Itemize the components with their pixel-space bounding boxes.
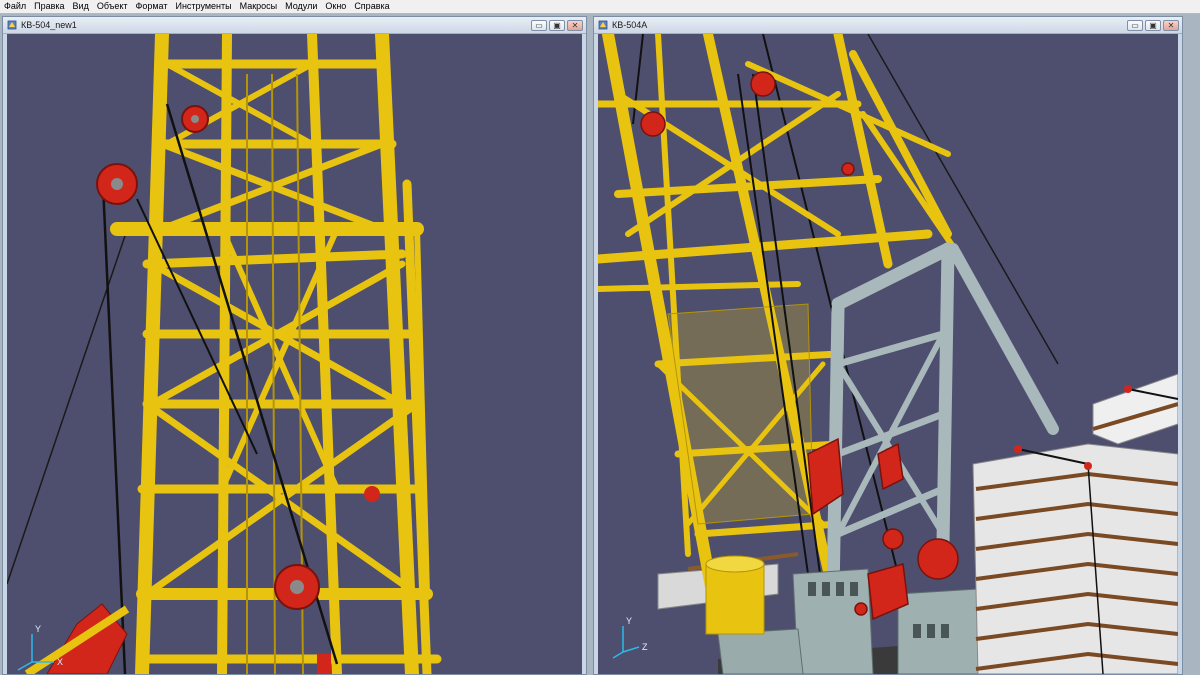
document-icon	[7, 20, 17, 30]
document-icon	[598, 20, 608, 30]
menu-tools[interactable]: Инструменты	[171, 0, 235, 13]
building	[972, 373, 1178, 674]
menu-file[interactable]: Файл	[0, 0, 30, 13]
cable	[867, 34, 1059, 365]
pulley	[274, 564, 320, 610]
restore-button[interactable]: ▣	[549, 19, 565, 31]
document-window-right[interactable]: КВ-504А ▭ ▣ ✕ Y Z	[593, 16, 1183, 675]
axis-y-label: Y	[35, 624, 41, 634]
axis-x-label: X	[57, 657, 63, 667]
minimize-button[interactable]: ▭	[531, 19, 547, 31]
window-title: КВ-504_new1	[21, 20, 77, 30]
menu-view[interactable]: Вид	[69, 0, 93, 13]
pulley	[181, 105, 209, 133]
minimize-button[interactable]: ▭	[1127, 19, 1143, 31]
menu-format[interactable]: Формат	[132, 0, 172, 13]
cable	[7, 223, 130, 585]
axis-triad: Y Z	[612, 616, 648, 659]
menu-object[interactable]: Объект	[93, 0, 132, 13]
menu-edit[interactable]: Правка	[30, 0, 68, 13]
crane-tower-model: Y X	[7, 34, 442, 674]
pulley	[96, 163, 138, 205]
axis-z-label: Z	[642, 642, 648, 652]
3d-viewport-left[interactable]: Y X	[7, 34, 582, 674]
cable	[101, 183, 127, 674]
crane-assembly-model: Y Z	[598, 34, 1178, 674]
hook-block	[317, 654, 331, 674]
close-button[interactable]: ✕	[567, 19, 583, 31]
window-titlebar[interactable]: КВ-504А ▭ ▣ ✕	[594, 17, 1182, 34]
window-title: КВ-504А	[612, 20, 648, 30]
3d-viewport-right[interactable]: Y Z	[598, 34, 1178, 674]
axis-y-label: Y	[626, 616, 632, 626]
menu-window[interactable]: Окно	[321, 0, 350, 13]
menu-modules[interactable]: Модули	[281, 0, 321, 13]
cylinder-tank	[705, 555, 765, 635]
document-window-left[interactable]: КВ-504_new1 ▭ ▣ ✕ Y X	[2, 16, 587, 675]
window-titlebar[interactable]: КВ-504_new1 ▭ ▣ ✕	[3, 17, 586, 34]
menu-help[interactable]: Справка	[350, 0, 393, 13]
menu-bar: Файл Правка Вид Объект Формат Инструмент…	[0, 0, 1200, 14]
pulley	[364, 486, 380, 502]
mdi-workspace: КВ-504_new1 ▭ ▣ ✕ Y X КВ-504А ▭ ▣ ✕ Y Z	[0, 14, 1200, 675]
close-button[interactable]: ✕	[1163, 19, 1179, 31]
restore-button[interactable]: ▣	[1145, 19, 1161, 31]
menu-macros[interactable]: Макросы	[236, 0, 282, 13]
